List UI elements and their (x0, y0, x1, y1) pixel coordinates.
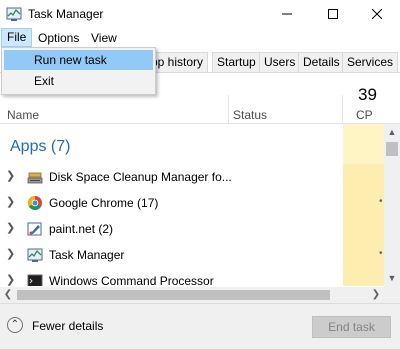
menu-item-label: Run new task (34, 53, 107, 67)
scrollbar-corner (384, 287, 400, 303)
table-row[interactable]: ❯ Task Manager • (0, 242, 384, 268)
cpu-total-percent: 39 (358, 85, 377, 104)
minimize-button[interactable] (264, 0, 310, 28)
chevron-up-icon[interactable]: ⌃ (7, 317, 23, 333)
tab-startup[interactable]: Startup (212, 52, 261, 72)
scroll-up-icon[interactable]: ▲ (384, 124, 400, 140)
column-name[interactable]: Name (7, 108, 39, 122)
menu-item-run-new-task[interactable]: Run new task (4, 50, 153, 70)
row-label: Disk Space Cleanup Manager fo... (49, 170, 232, 184)
cpu-cell-value: • (379, 248, 383, 259)
cpu-cell (343, 190, 384, 216)
maximize-icon (328, 9, 338, 19)
title-bar: Task Manager (0, 0, 400, 28)
chevron-right-icon[interactable]: ❯ (6, 195, 15, 208)
chevron-right-icon[interactable]: ❯ (6, 247, 15, 260)
row-label: paint.net (2) (49, 222, 114, 236)
row-label: Google Chrome (17) (49, 196, 159, 210)
maximize-button[interactable] (310, 0, 356, 28)
tab-users[interactable]: Users (259, 52, 301, 72)
window-title: Task Manager (28, 7, 104, 21)
table-row[interactable]: ❯ Disk Space Cleanup Manager fo... (0, 164, 384, 190)
scroll-down-icon[interactable]: ▼ (384, 270, 400, 286)
menu-item-exit[interactable]: Exit (4, 71, 153, 91)
chrome-icon (28, 196, 42, 210)
menu-view[interactable]: View (86, 29, 122, 47)
vertical-scroll-thumb[interactable] (386, 142, 398, 156)
disk-cleanup-icon (27, 172, 43, 184)
paintnet-icon (27, 222, 42, 236)
column-cpu[interactable]: CP (356, 108, 373, 122)
task-manager-icon (27, 248, 43, 262)
fewer-details-link[interactable]: Fewer details (32, 319, 103, 333)
menu-bar: File Options View (0, 28, 400, 48)
footer-bar: ⌃ Fewer details End task (0, 303, 400, 349)
cpu-cell (343, 268, 384, 286)
file-menu-dropdown: Run new task Exit (1, 47, 156, 95)
vertical-scrollbar[interactable]: ▲ ▼ (384, 124, 400, 287)
group-apps-header[interactable]: Apps (7) (10, 138, 70, 156)
table-row[interactable]: ❯ Windows Command Processor (0, 268, 384, 286)
menu-item-label: Exit (34, 74, 55, 88)
tab-services[interactable]: Services (342, 52, 399, 72)
scroll-right-icon[interactable]: ❯ (368, 287, 384, 303)
cpu-cell (343, 216, 384, 242)
column-divider[interactable] (228, 95, 229, 123)
cpu-cell (343, 164, 384, 190)
horizontal-scroll-thumb[interactable] (17, 290, 330, 300)
column-status[interactable]: Status (233, 108, 267, 122)
column-divider[interactable] (342, 95, 343, 123)
close-icon (372, 9, 382, 19)
cpu-cell-value: • (379, 196, 383, 207)
chevron-right-icon[interactable]: ❯ (6, 169, 15, 182)
close-button[interactable] (354, 0, 400, 28)
cpu-cell (343, 242, 384, 268)
menu-file[interactable]: File (1, 28, 33, 47)
cmd-icon (27, 274, 43, 286)
tab-details[interactable]: Details (298, 52, 345, 72)
row-label: Windows Command Processor (49, 274, 214, 286)
table-row[interactable]: ❯ Google Chrome (17) • (0, 190, 384, 216)
minimize-icon (282, 13, 292, 15)
row-label: Task Manager (49, 248, 125, 262)
menu-options[interactable]: Options (33, 29, 84, 47)
process-list: Apps (7) ❯ Disk Space Cleanup Manager fo… (0, 124, 384, 286)
horizontal-scrollbar[interactable]: ❮ ❯ (0, 287, 384, 303)
chevron-right-icon[interactable]: ❯ (6, 273, 15, 286)
scroll-left-icon[interactable]: ❮ (0, 287, 16, 303)
end-task-button[interactable]: End task (312, 316, 391, 338)
task-manager-icon (6, 7, 22, 21)
table-row[interactable]: ❯ paint.net (2) (0, 216, 384, 242)
chevron-right-icon[interactable]: ❯ (6, 221, 15, 234)
task-manager-window: Task Manager File Options View pp histor… (0, 0, 400, 349)
